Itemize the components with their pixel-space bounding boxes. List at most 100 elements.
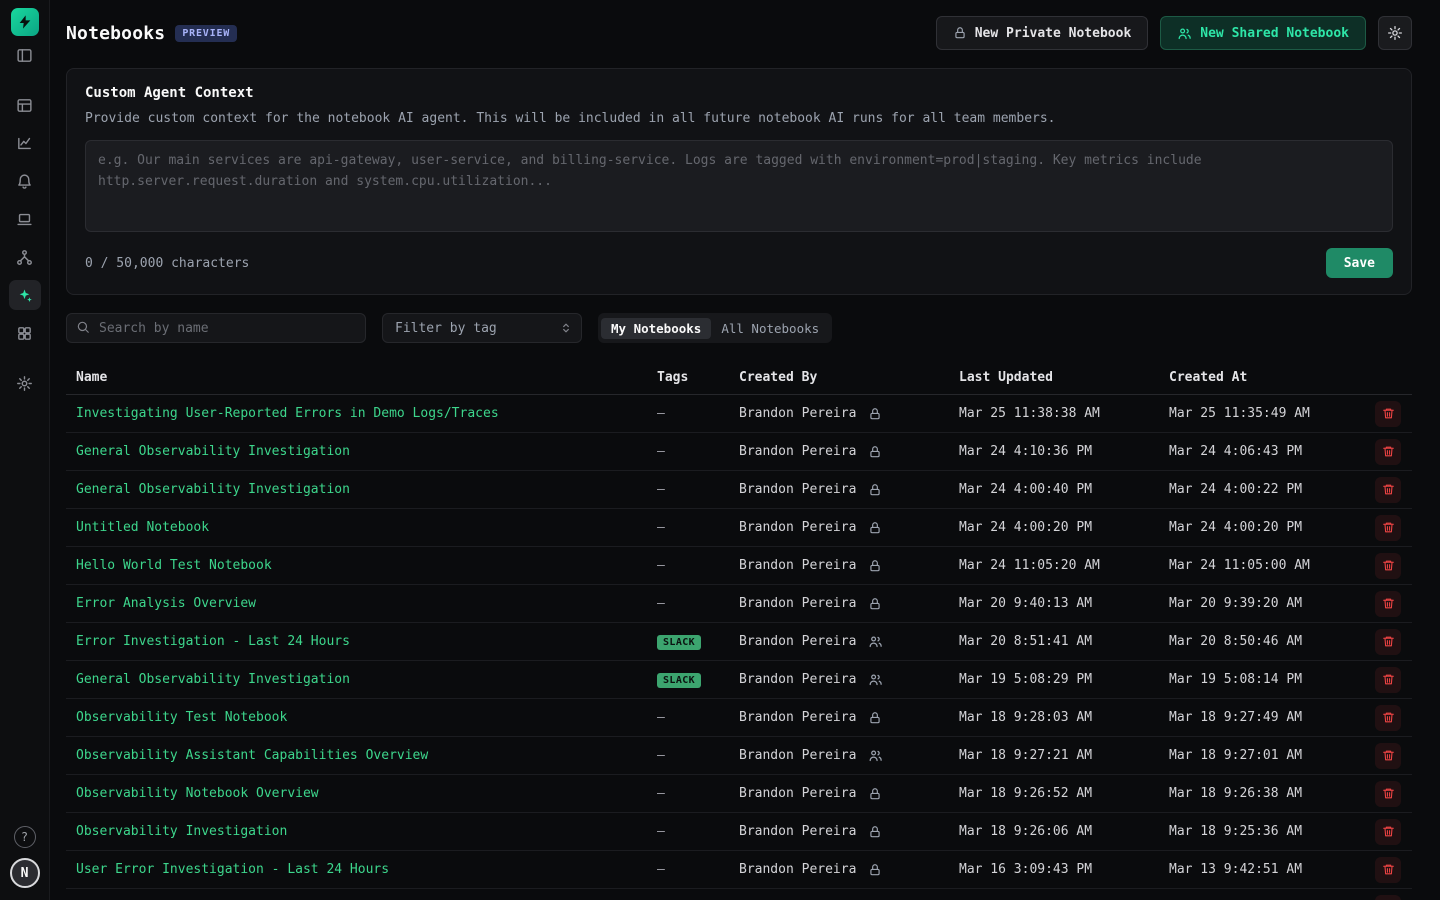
delete-notebook-button[interactable] bbox=[1375, 857, 1401, 883]
table-row[interactable]: General Observability Investigation — Br… bbox=[66, 433, 1412, 471]
created-at: Mar 24 4:00:22 PM bbox=[1169, 482, 1368, 497]
lock-icon bbox=[868, 445, 882, 459]
help-button[interactable]: ? bbox=[14, 826, 36, 848]
notebook-name-link[interactable]: Investigating User-Reported Errors in De… bbox=[76, 406, 499, 421]
delete-notebook-button[interactable] bbox=[1375, 743, 1401, 769]
context-card-title: Custom Agent Context bbox=[85, 85, 1393, 101]
agent-context-textarea[interactable] bbox=[85, 140, 1393, 232]
notebook-name-link[interactable]: Error Investigation - Last 24 Hours bbox=[76, 634, 350, 649]
new-private-notebook-button[interactable]: New Private Notebook bbox=[936, 16, 1149, 50]
user-avatar[interactable]: N bbox=[10, 858, 40, 888]
lock-icon bbox=[953, 26, 967, 40]
table-row[interactable]: General Observability Investigation — Br… bbox=[66, 471, 1412, 509]
table-row[interactable]: Observability Investigation — Brandon Pe… bbox=[66, 813, 1412, 851]
table-row[interactable]: Observability Assistant Capabilities Ove… bbox=[66, 737, 1412, 775]
creator-name: Brandon Pereira bbox=[739, 786, 856, 801]
notebook-name-link[interactable]: Observability Investigation bbox=[76, 824, 287, 839]
table-row[interactable]: Untitled Notebook — Brandon Pereira Mar … bbox=[66, 509, 1412, 547]
column-name: Name bbox=[76, 370, 657, 385]
table-row[interactable]: Hello World Test Notebook — Brandon Pere… bbox=[66, 547, 1412, 585]
notebook-name-link[interactable]: Observability Test Notebook bbox=[76, 710, 287, 725]
tag-badge: SLACK bbox=[657, 673, 701, 688]
bell-icon bbox=[16, 173, 33, 190]
delete-notebook-button[interactable] bbox=[1375, 705, 1401, 731]
delete-notebook-button[interactable] bbox=[1375, 477, 1401, 503]
delete-notebook-button[interactable] bbox=[1375, 819, 1401, 845]
delete-notebook-button[interactable] bbox=[1375, 781, 1401, 807]
trash-icon bbox=[1382, 635, 1395, 648]
lock-icon bbox=[868, 787, 882, 801]
panel-left-icon bbox=[16, 47, 33, 64]
tag-empty: — bbox=[657, 786, 665, 801]
notebook-name-link[interactable]: General Observability Investigation bbox=[76, 482, 350, 497]
created-at: Mar 20 9:39:20 AM bbox=[1169, 596, 1368, 611]
notebook-name-link[interactable]: User Error Investigation - Last 24 Hours bbox=[76, 862, 389, 877]
notebook-name-link[interactable]: Hello World Test Notebook bbox=[76, 558, 272, 573]
trash-icon bbox=[1382, 711, 1395, 724]
notebook-settings-button[interactable] bbox=[1378, 16, 1412, 50]
table-row[interactable]: Error Investigation - Last 24 Hours SLAC… bbox=[66, 623, 1412, 661]
sparkles-icon bbox=[16, 287, 33, 304]
sidebar-item-apps[interactable] bbox=[9, 318, 41, 348]
table-row[interactable]: Investigating User-Reported Errors in De… bbox=[66, 395, 1412, 433]
lock-icon bbox=[868, 863, 882, 877]
table-row[interactable]: Observability Notebook Overview — Brando… bbox=[66, 775, 1412, 813]
notebook-name-link[interactable]: Observability Assistant Capabilities Ove… bbox=[76, 748, 428, 763]
created-at: Mar 24 11:05:00 AM bbox=[1169, 558, 1368, 573]
column-tags: Tags bbox=[657, 370, 739, 385]
tag-filter-select[interactable]: Filter by tag bbox=[382, 313, 582, 343]
sidebar-item-hosts[interactable] bbox=[9, 204, 41, 234]
table-row[interactable]: — bbox=[66, 889, 1412, 900]
tab-my-notebooks[interactable]: My Notebooks bbox=[601, 318, 711, 339]
tag-empty: — bbox=[657, 596, 665, 611]
delete-notebook-button[interactable] bbox=[1375, 401, 1401, 427]
tag-empty: — bbox=[657, 710, 665, 725]
notebook-name-link[interactable]: Observability Notebook Overview bbox=[76, 786, 319, 801]
search-input[interactable] bbox=[66, 313, 366, 343]
tag-empty: — bbox=[657, 482, 665, 497]
sidebar-item-panels[interactable] bbox=[9, 40, 41, 70]
notebook-name-link[interactable]: General Observability Investigation bbox=[76, 672, 350, 687]
last-updated: Mar 20 9:40:13 AM bbox=[959, 596, 1169, 611]
lock-icon bbox=[868, 483, 882, 497]
sidebar-item-settings[interactable] bbox=[9, 368, 41, 398]
delete-notebook-button[interactable] bbox=[1375, 515, 1401, 541]
table-row[interactable]: General Observability Investigation SLAC… bbox=[66, 661, 1412, 699]
table-row[interactable]: User Error Investigation - Last 24 Hours… bbox=[66, 851, 1412, 889]
trash-icon bbox=[1382, 863, 1395, 876]
delete-notebook-button[interactable] bbox=[1375, 591, 1401, 617]
lightning-bolt-icon bbox=[17, 14, 33, 30]
creator-name: Brandon Pereira bbox=[739, 406, 856, 421]
users-icon bbox=[868, 748, 883, 763]
delete-notebook-button[interactable] bbox=[1375, 629, 1401, 655]
apps-grid-icon bbox=[16, 325, 33, 342]
sidebar-item-tables[interactable] bbox=[9, 90, 41, 120]
notebook-name-link[interactable]: Error Analysis Overview bbox=[76, 596, 256, 611]
notebook-name-link[interactable]: General Observability Investigation bbox=[76, 444, 350, 459]
users-icon bbox=[868, 634, 883, 649]
table-row[interactable]: Observability Test Notebook — Brandon Pe… bbox=[66, 699, 1412, 737]
save-button[interactable]: Save bbox=[1326, 248, 1393, 278]
last-updated: Mar 16 3:09:43 PM bbox=[959, 862, 1169, 877]
new-shared-notebook-button[interactable]: New Shared Notebook bbox=[1160, 16, 1366, 50]
creator-name: Brandon Pereira bbox=[739, 482, 856, 497]
last-updated: Mar 18 9:27:21 AM bbox=[959, 748, 1169, 763]
sidebar-item-alerts[interactable] bbox=[9, 166, 41, 196]
creator-name: Brandon Pereira bbox=[739, 596, 856, 611]
created-at: Mar 18 9:25:36 AM bbox=[1169, 824, 1368, 839]
trash-icon bbox=[1382, 407, 1395, 420]
tab-all-notebooks[interactable]: All Notebooks bbox=[711, 318, 829, 339]
trash-icon bbox=[1382, 483, 1395, 496]
creator-name: Brandon Pereira bbox=[739, 444, 856, 459]
table-row[interactable]: Error Analysis Overview — Brandon Pereir… bbox=[66, 585, 1412, 623]
delete-notebook-button[interactable] bbox=[1375, 553, 1401, 579]
sidebar-item-charts[interactable] bbox=[9, 128, 41, 158]
sidebar-item-notebooks[interactable] bbox=[9, 280, 41, 310]
notebook-name-link[interactable]: Untitled Notebook bbox=[76, 520, 209, 535]
delete-notebook-button[interactable] bbox=[1375, 667, 1401, 693]
app-logo[interactable] bbox=[11, 8, 39, 36]
delete-notebook-button[interactable] bbox=[1375, 439, 1401, 465]
delete-notebook-button[interactable] bbox=[1375, 895, 1401, 900]
sidebar-item-services[interactable] bbox=[9, 242, 41, 272]
chevrons-up-down-icon bbox=[559, 321, 573, 335]
